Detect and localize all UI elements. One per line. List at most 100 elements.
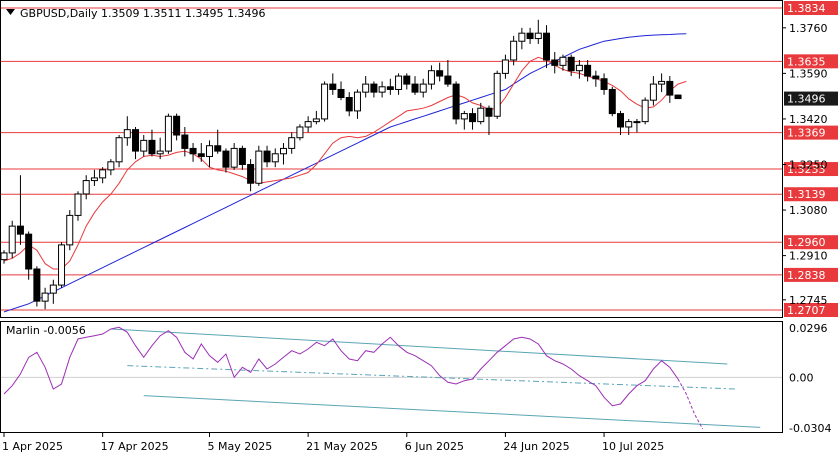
bear-candle-body	[148, 139, 156, 155]
bull-candle-body	[427, 70, 435, 85]
bear-candle-body	[436, 70, 444, 77]
bull-candle-body	[288, 137, 296, 149]
time-tick-label: 21 May 2025	[306, 440, 378, 453]
bear-candle-body	[452, 83, 460, 120]
bear-candle-body	[674, 94, 682, 100]
bull-candle-body	[633, 121, 641, 124]
bull-candle-body	[99, 169, 107, 179]
level-price-label: 1.2960	[787, 236, 826, 249]
bear-candle-body	[33, 268, 41, 302]
bear-candle-body	[485, 107, 493, 117]
bear-candle-body	[173, 115, 181, 136]
bull-candle-body	[58, 244, 66, 286]
bull-candle-body	[41, 292, 49, 302]
bear-candle-body	[247, 163, 255, 184]
bear-candle-body	[337, 88, 345, 99]
time-tick-label: 24 Jun 2025	[503, 440, 569, 453]
bear-candle-body	[370, 83, 378, 93]
bull-candle-body	[559, 56, 567, 66]
bull-candle-body	[510, 40, 518, 61]
bear-candle-body	[238, 147, 246, 165]
bull-candle-body	[362, 83, 370, 93]
bull-candle-body	[353, 91, 361, 112]
bull-candle-body	[123, 129, 131, 139]
bull-candle-body	[156, 150, 164, 155]
bull-candle-body	[296, 126, 304, 139]
bull-candle-body	[534, 32, 542, 40]
bull-candle-body	[0, 252, 8, 261]
oscillator-tick-label: 0.00	[789, 371, 814, 384]
price-tick-label: 1.3250	[789, 158, 828, 171]
level-price-label: 1.2838	[787, 269, 826, 282]
oscillator-tick-label: -0.0304	[789, 422, 831, 435]
bull-candle-body	[477, 107, 485, 123]
bull-candle-body	[649, 83, 657, 101]
bear-candle-body	[403, 75, 411, 85]
bull-candle-body	[501, 59, 509, 74]
bear-candle-body	[444, 75, 452, 85]
bull-candle-body	[49, 284, 57, 294]
bear-candle-body	[526, 32, 534, 40]
bull-candle-body	[74, 193, 82, 216]
bull-candle-body	[460, 113, 468, 120]
bull-candle-body	[164, 115, 172, 152]
bear-candle-body	[25, 233, 33, 270]
bear-candle-body	[386, 86, 394, 90]
bull-candle-body	[230, 147, 238, 168]
bull-candle-body	[115, 137, 123, 163]
bull-candle-body	[625, 121, 633, 128]
level-price-label: 1.3139	[787, 188, 826, 201]
bear-candle-body	[263, 150, 271, 163]
chart-background	[0, 0, 840, 458]
bull-candle-body	[255, 150, 263, 184]
bull-candle-body	[658, 80, 666, 85]
bull-candle-body	[575, 64, 583, 72]
bull-candle-body	[271, 153, 279, 163]
bull-candle-body	[107, 161, 115, 171]
oscillator-tick-label: 0.0296	[789, 322, 828, 335]
time-tick-label: 1 Apr 2025	[2, 440, 63, 453]
bear-candle-body	[132, 129, 140, 152]
bear-candle-body	[16, 225, 24, 235]
bear-candle-body	[543, 32, 551, 61]
bull-candle-body	[378, 86, 386, 93]
level-price-label: 1.3369	[787, 127, 826, 140]
bear-candle-body	[592, 75, 600, 80]
time-tick-label: 17 Apr 2025	[101, 440, 169, 453]
bull-candle-body	[518, 32, 526, 42]
bear-candle-body	[551, 59, 559, 66]
bear-candle-body	[469, 113, 477, 123]
bull-candle-body	[82, 180, 90, 195]
bear-candle-body	[584, 64, 592, 77]
level-price-label: 1.3834	[787, 2, 826, 15]
price-tick-label: 1.2745	[789, 294, 828, 307]
chart-container: 1.3834 1.3635 1.3369 1.3233 1.3139 1.2960 1.28…	[0, 0, 840, 458]
price-chart: 1.38341.36351.33691.32331.31391.29601.28…	[0, 0, 840, 458]
level-price-label: 1.3635	[787, 55, 826, 68]
bull-candle-body	[90, 177, 98, 182]
bull-candle-body	[8, 225, 16, 254]
bull-candle-body	[493, 72, 501, 117]
bull-candle-body	[419, 83, 427, 93]
bear-candle-body	[411, 83, 419, 93]
indicator-title: Marlin -0.0056	[6, 324, 86, 337]
bear-candle-body	[214, 145, 222, 152]
time-tick-label: 5 May 2025	[208, 440, 273, 453]
bull-candle-body	[641, 99, 649, 123]
bull-candle-body	[66, 214, 74, 246]
price-tick-label: 1.3420	[789, 113, 828, 126]
price-tick-label: 1.2910	[789, 250, 828, 263]
price-tick-label: 1.3590	[789, 67, 828, 80]
bull-candle-body	[395, 75, 403, 90]
bear-candle-body	[617, 113, 624, 128]
price-tick-label: 1.3080	[789, 204, 828, 217]
current-price-label: 1.3496	[787, 93, 826, 106]
bear-candle-body	[345, 97, 353, 112]
bear-candle-body	[567, 56, 575, 72]
chart-title: GBPUSD,Daily 1.3509 1.3511 1.3495 1.3496	[20, 7, 265, 20]
bull-candle-body	[321, 83, 329, 120]
bull-candle-body	[279, 147, 287, 155]
bear-candle-body	[189, 147, 197, 155]
time-tick-label: 10 Jul 2025	[602, 440, 664, 453]
bear-candle-body	[666, 80, 674, 96]
